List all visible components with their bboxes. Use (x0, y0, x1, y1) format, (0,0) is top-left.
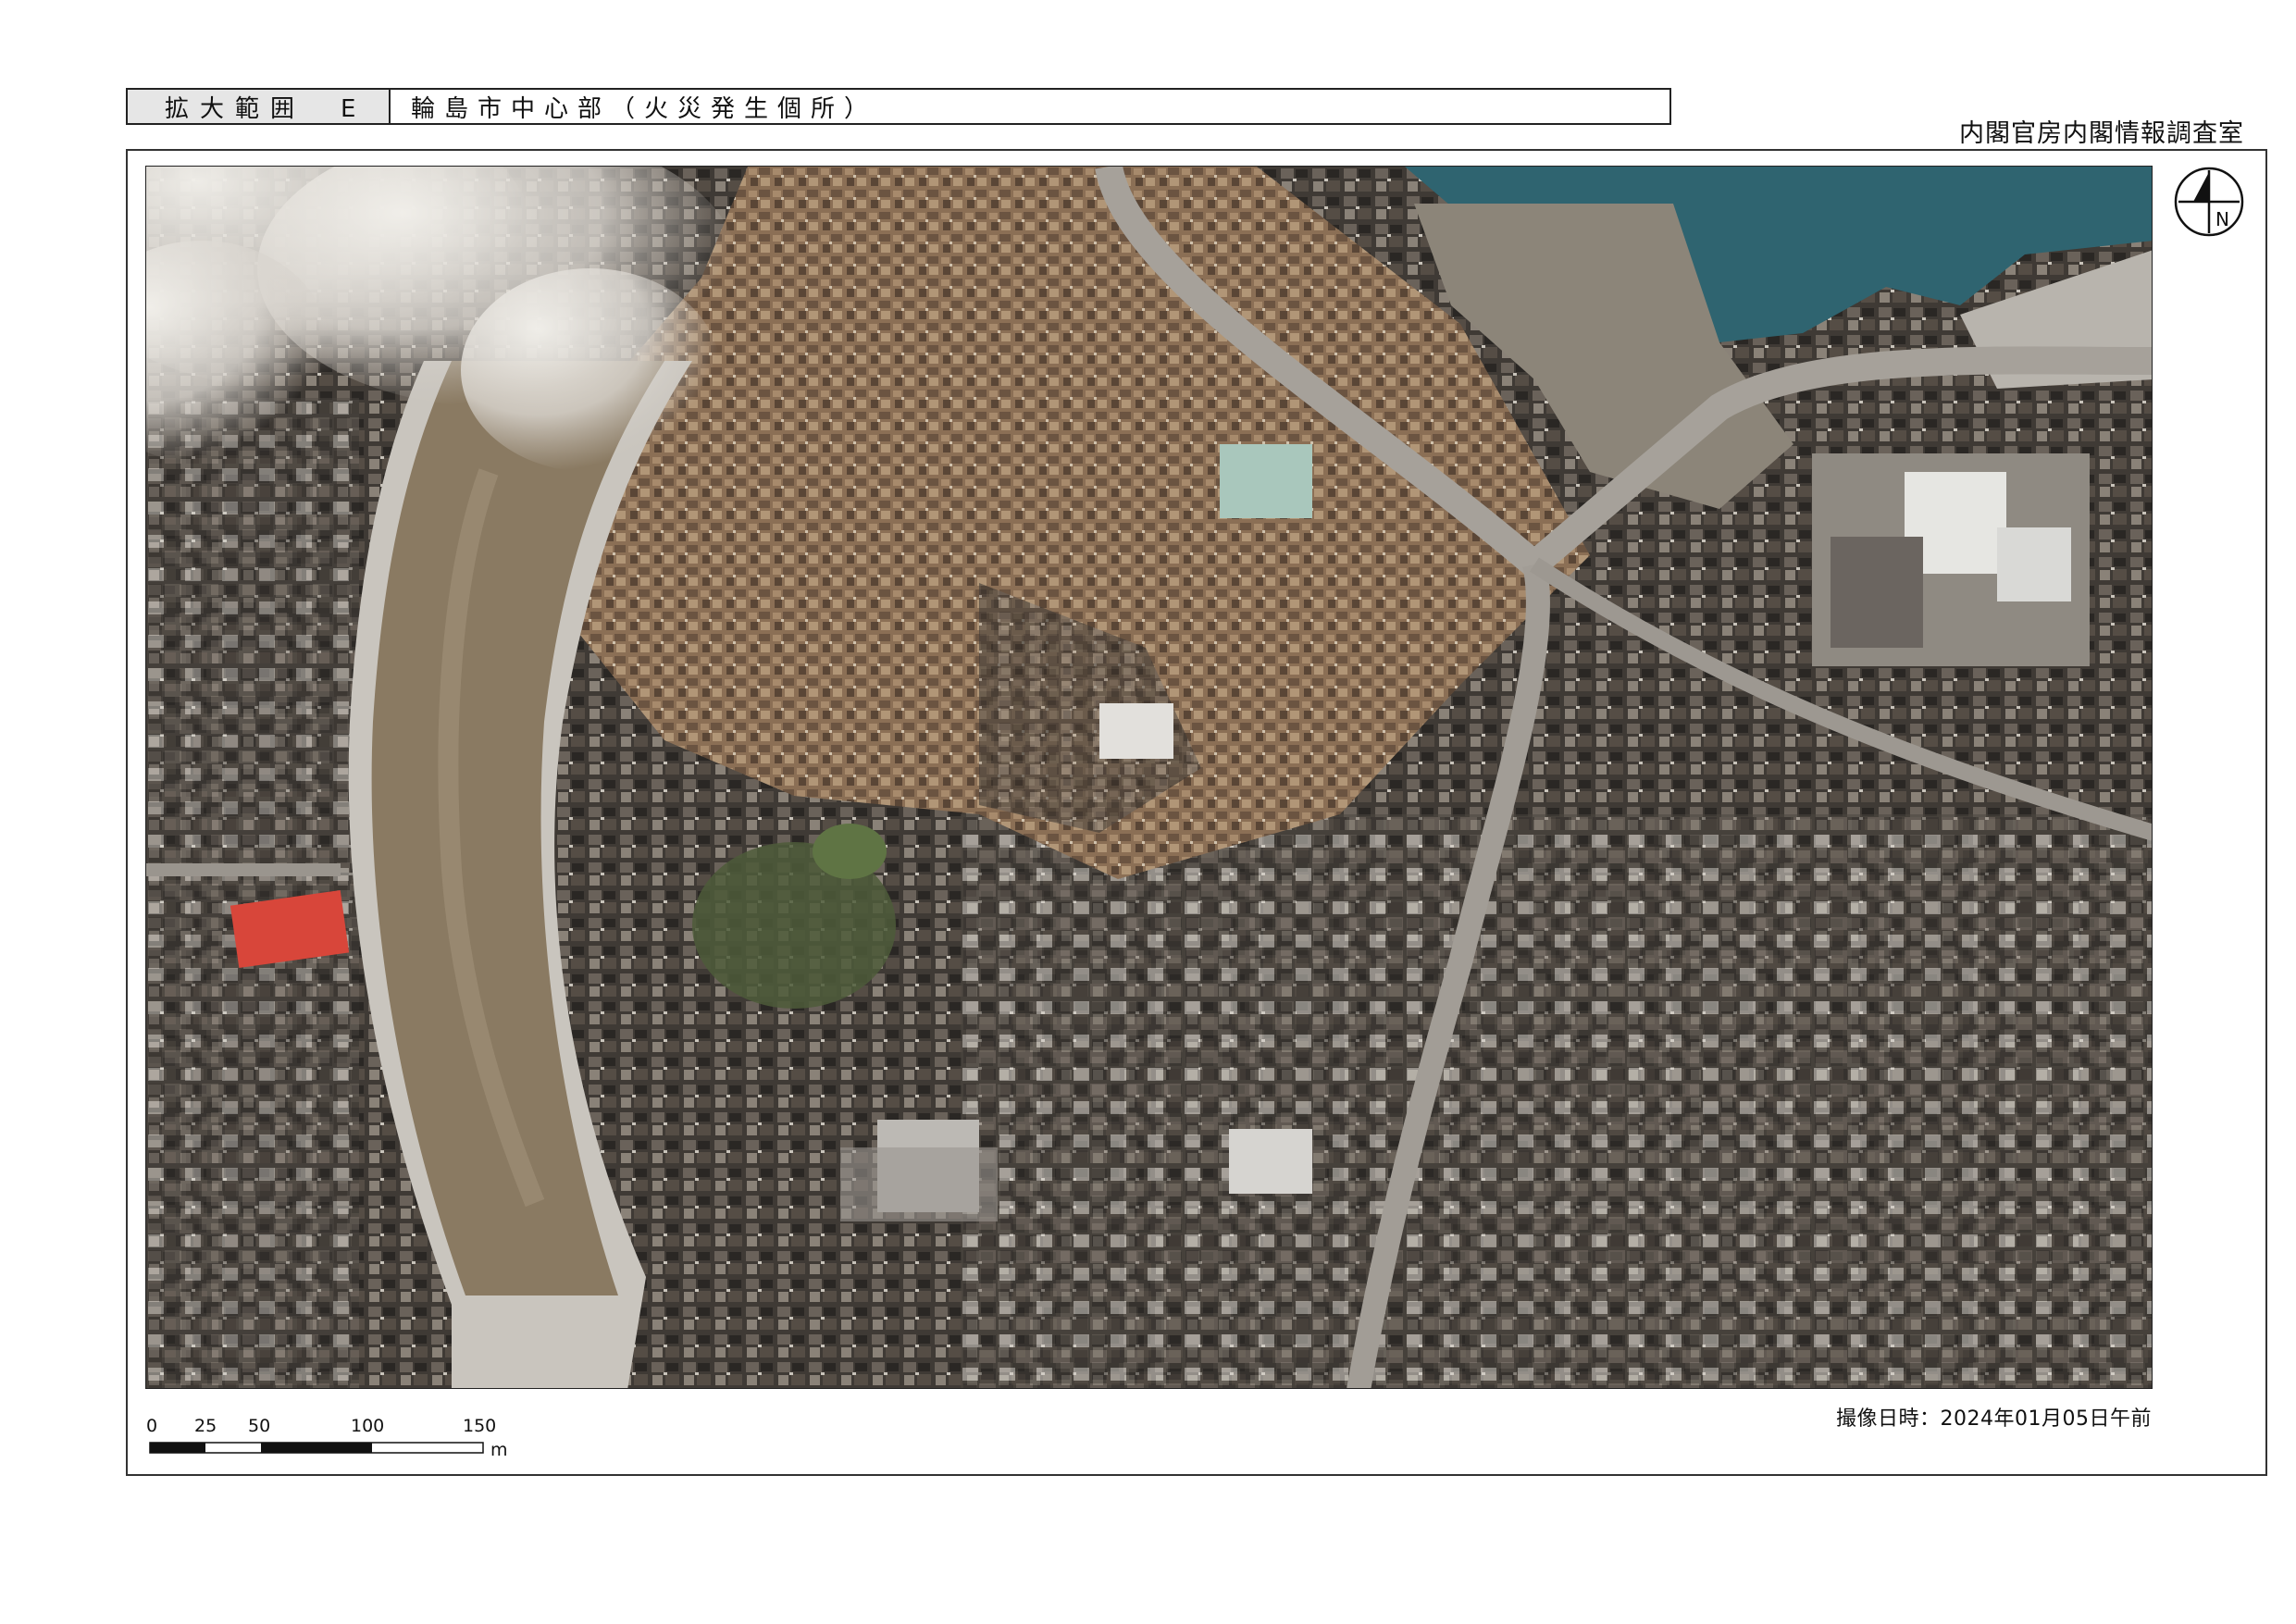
scale-tick-150: 150 (463, 1416, 496, 1436)
north-label: N (2215, 208, 2229, 230)
scale-unit: m (490, 1440, 508, 1460)
capture-datetime: 撮像日時：2024年01月05日午前 (1836, 1407, 2152, 1431)
scale-tick-100: 100 (351, 1416, 384, 1436)
scale-tick-25: 25 (194, 1416, 217, 1436)
area-label: 拡大範囲 E (128, 90, 391, 123)
scale-tick-50: 50 (248, 1416, 270, 1436)
area-title: 輪島市中心部（火災発生個所） (411, 94, 878, 123)
scale-tick-0: 0 (146, 1416, 157, 1436)
organization-name: 内閣官房内閣情報調査室 (1959, 119, 2244, 148)
north-arrow-icon: N (2173, 165, 2245, 239)
satellite-image (145, 166, 2153, 1389)
header-box: 拡大範囲 E 輪島市中心部（火災発生個所） (126, 88, 1671, 125)
scale-bar: 0 25 50 100 150 m (146, 1414, 535, 1469)
